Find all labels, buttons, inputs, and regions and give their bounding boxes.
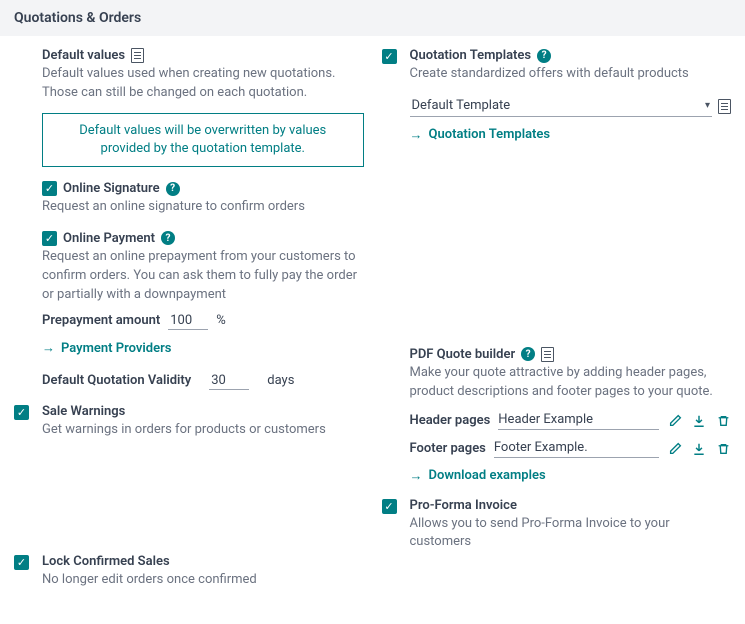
validity-field: Default Quotation Validity days — [42, 372, 364, 390]
pdf-builder-desc: Make your quote attractive by adding hea… — [410, 364, 732, 402]
online-payment-title: Online Payment — [63, 231, 155, 246]
quotation-templates-option: Quotation Templates ? Create standardize… — [382, 48, 732, 143]
online-signature-checkbox[interactable] — [42, 181, 57, 196]
quotation-templates-checkbox[interactable] — [382, 49, 397, 64]
lock-sales-desc: No longer edit orders once confirmed — [42, 571, 364, 590]
default-values-desc: Default values used when creating new qu… — [42, 65, 364, 103]
doc-icon[interactable] — [131, 48, 144, 63]
chevron-down-icon: ▾ — [705, 100, 710, 111]
help-icon[interactable]: ? — [161, 231, 175, 245]
right-column: Quotation Templates ? Create standardize… — [382, 48, 732, 604]
validity-unit: days — [267, 373, 294, 388]
pdf-quote-builder-option: PDF Quote builder ? Make your quote attr… — [382, 347, 732, 484]
payment-providers-link[interactable]: → Payment Providers — [42, 340, 171, 356]
help-icon[interactable]: ? — [166, 182, 180, 196]
sale-warnings-title: Sale Warnings — [42, 404, 125, 419]
validity-input[interactable] — [209, 372, 249, 390]
prepayment-field: Prepayment amount % — [42, 312, 364, 330]
footer-pages-value: Footer Example. — [494, 440, 659, 458]
lock-sales-option: Lock Confirmed Sales No longer edit orde… — [14, 554, 364, 590]
default-template-select[interactable]: Default Template ▾ — [410, 96, 713, 117]
prepayment-label: Prepayment amount — [42, 313, 160, 328]
default-values-option: Default values Default values used when … — [14, 48, 364, 390]
download-examples-link[interactable]: → Download examples — [410, 468, 546, 484]
proforma-title: Pro-Forma Invoice — [410, 498, 517, 513]
edit-icon[interactable] — [667, 413, 683, 429]
header-pages-row: Header pages Header Example — [410, 412, 732, 430]
trash-icon[interactable] — [715, 413, 731, 429]
proforma-desc: Allows you to send Pro-Forma Invoice to … — [410, 515, 732, 553]
header-pages-value: Header Example — [498, 412, 659, 430]
online-signature-row: Online Signature ? — [42, 181, 364, 196]
download-icon[interactable] — [691, 413, 707, 429]
left-column: Default values Default values used when … — [14, 48, 364, 604]
footer-pages-row: Footer pages Footer Example. — [410, 440, 732, 458]
sale-warnings-desc: Get warnings in orders for products or c… — [42, 421, 364, 440]
lock-sales-checkbox[interactable] — [14, 555, 29, 570]
prepayment-unit: % — [216, 313, 226, 328]
proforma-checkbox[interactable] — [382, 499, 397, 514]
online-payment-desc: Request an online prepayment from your c… — [42, 248, 364, 305]
online-payment-row: Online Payment ? — [42, 231, 364, 246]
section-title: Quotations & Orders — [14, 10, 141, 26]
online-signature-title: Online Signature — [63, 181, 160, 196]
sale-warnings-option: Sale Warnings Get warnings in orders for… — [14, 404, 364, 440]
arrow-right-icon: → — [410, 127, 423, 143]
lock-sales-title: Lock Confirmed Sales — [42, 554, 170, 569]
arrow-right-icon: → — [410, 468, 423, 484]
quotation-templates-link[interactable]: → Quotation Templates — [410, 127, 551, 143]
online-signature-desc: Request an online signature to confirm o… — [42, 198, 364, 217]
arrow-right-icon: → — [42, 340, 55, 356]
default-values-title: Default values — [42, 48, 125, 63]
settings-page: Default values Default values used when … — [0, 36, 745, 624]
sale-warnings-checkbox[interactable] — [14, 405, 29, 420]
validity-label: Default Quotation Validity — [42, 373, 191, 388]
online-payment-checkbox[interactable] — [42, 231, 57, 246]
help-icon[interactable]: ? — [521, 347, 535, 361]
columns: Default values Default values used when … — [14, 48, 731, 604]
download-icon[interactable] — [691, 441, 707, 457]
default-template-row: Default Template ▾ — [410, 96, 732, 117]
doc-icon[interactable] — [718, 99, 731, 114]
quotation-templates-desc: Create standardized offers with default … — [410, 65, 732, 84]
doc-icon[interactable] — [541, 347, 554, 362]
trash-icon[interactable] — [715, 441, 731, 457]
prepayment-input[interactable] — [168, 312, 208, 330]
help-icon[interactable]: ? — [537, 49, 551, 63]
quotation-templates-title: Quotation Templates — [410, 48, 532, 63]
template-override-notice: Default values will be overwritten by va… — [42, 113, 364, 167]
edit-icon[interactable] — [667, 441, 683, 457]
proforma-option: Pro-Forma Invoice Allows you to send Pro… — [382, 498, 732, 553]
section-header: Quotations & Orders — [0, 0, 745, 36]
pdf-builder-title: PDF Quote builder — [410, 347, 516, 362]
